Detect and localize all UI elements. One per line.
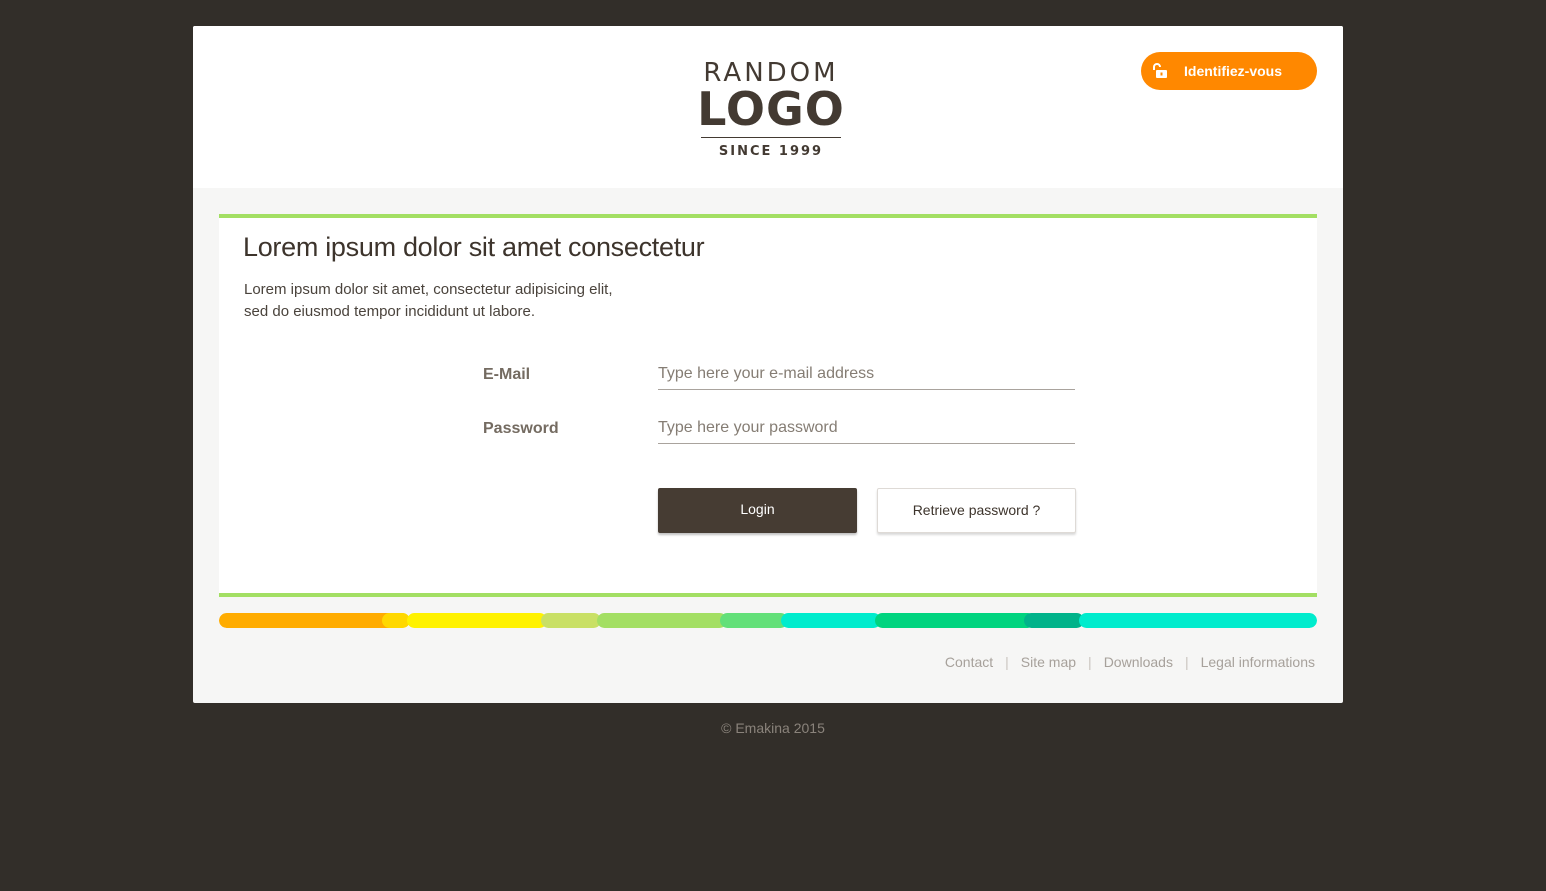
footer-separator: | <box>1184 654 1189 670</box>
intro-text: Lorem ipsum dolor sit amet, consectetur … <box>244 279 684 323</box>
footer-separator: | <box>1005 654 1009 670</box>
page-title: Lorem ipsum dolor sit amet consectetur <box>243 232 705 262</box>
email-field[interactable] <box>658 359 1075 390</box>
color-bar-segment <box>720 613 788 628</box>
password-field[interactable] <box>658 413 1075 444</box>
intro-line-2: sed do eiusmod tempor incididunt ut labo… <box>244 303 536 320</box>
email-label: E-Mail <box>483 366 531 383</box>
password-label: Password <box>483 420 559 437</box>
color-bar-segment <box>219 613 409 628</box>
color-bar-segment <box>875 613 1035 628</box>
color-bar <box>219 613 1317 628</box>
intro-line-1: Lorem ipsum dolor sit amet, consectetur … <box>244 281 613 298</box>
footer-link-downloads[interactable]: Downloads <box>1104 654 1173 670</box>
logo-since-text: SINCE 1999 <box>718 144 824 159</box>
color-bar-segment <box>1079 613 1317 628</box>
color-bar-segment <box>597 613 727 628</box>
footer-link-contact[interactable]: Contact <box>945 654 993 670</box>
color-bar-segment <box>781 613 881 628</box>
footer-link-legal[interactable]: Legal informations <box>1201 654 1315 670</box>
identify-button-label: Identifiez-vous <box>1184 63 1283 79</box>
color-bar-segment <box>541 613 601 628</box>
footer-link-site-map[interactable]: Site map <box>1021 654 1076 670</box>
color-bar-segment <box>382 613 410 628</box>
header: RANDOM LOGO SINCE 1999 Identifiez-vous <box>193 26 1343 188</box>
identify-button[interactable]: Identifiez-vous <box>1141 52 1317 90</box>
login-card: Lorem ipsum dolor sit amet consectetur L… <box>219 214 1317 597</box>
copyright: © Emakina 2015 <box>721 720 825 736</box>
logo[interactable]: RANDOM LOGO SINCE 1999 <box>696 58 846 159</box>
color-bar-segment <box>1024 613 1084 628</box>
logo-main-text: LOGO <box>697 82 845 136</box>
color-bar-segment <box>407 613 547 628</box>
unlock-icon <box>1153 63 1167 78</box>
page-container: RANDOM LOGO SINCE 1999 Identifiez-vous L… <box>193 26 1343 703</box>
footer-separator: | <box>1088 654 1092 670</box>
retrieve-password-button[interactable]: Retrieve password ? <box>877 488 1076 533</box>
logo-divider <box>701 137 841 138</box>
footer-links: Contact | Site map | Downloads | Legal informa… <box>945 654 1315 670</box>
login-button[interactable]: Login <box>658 488 857 533</box>
